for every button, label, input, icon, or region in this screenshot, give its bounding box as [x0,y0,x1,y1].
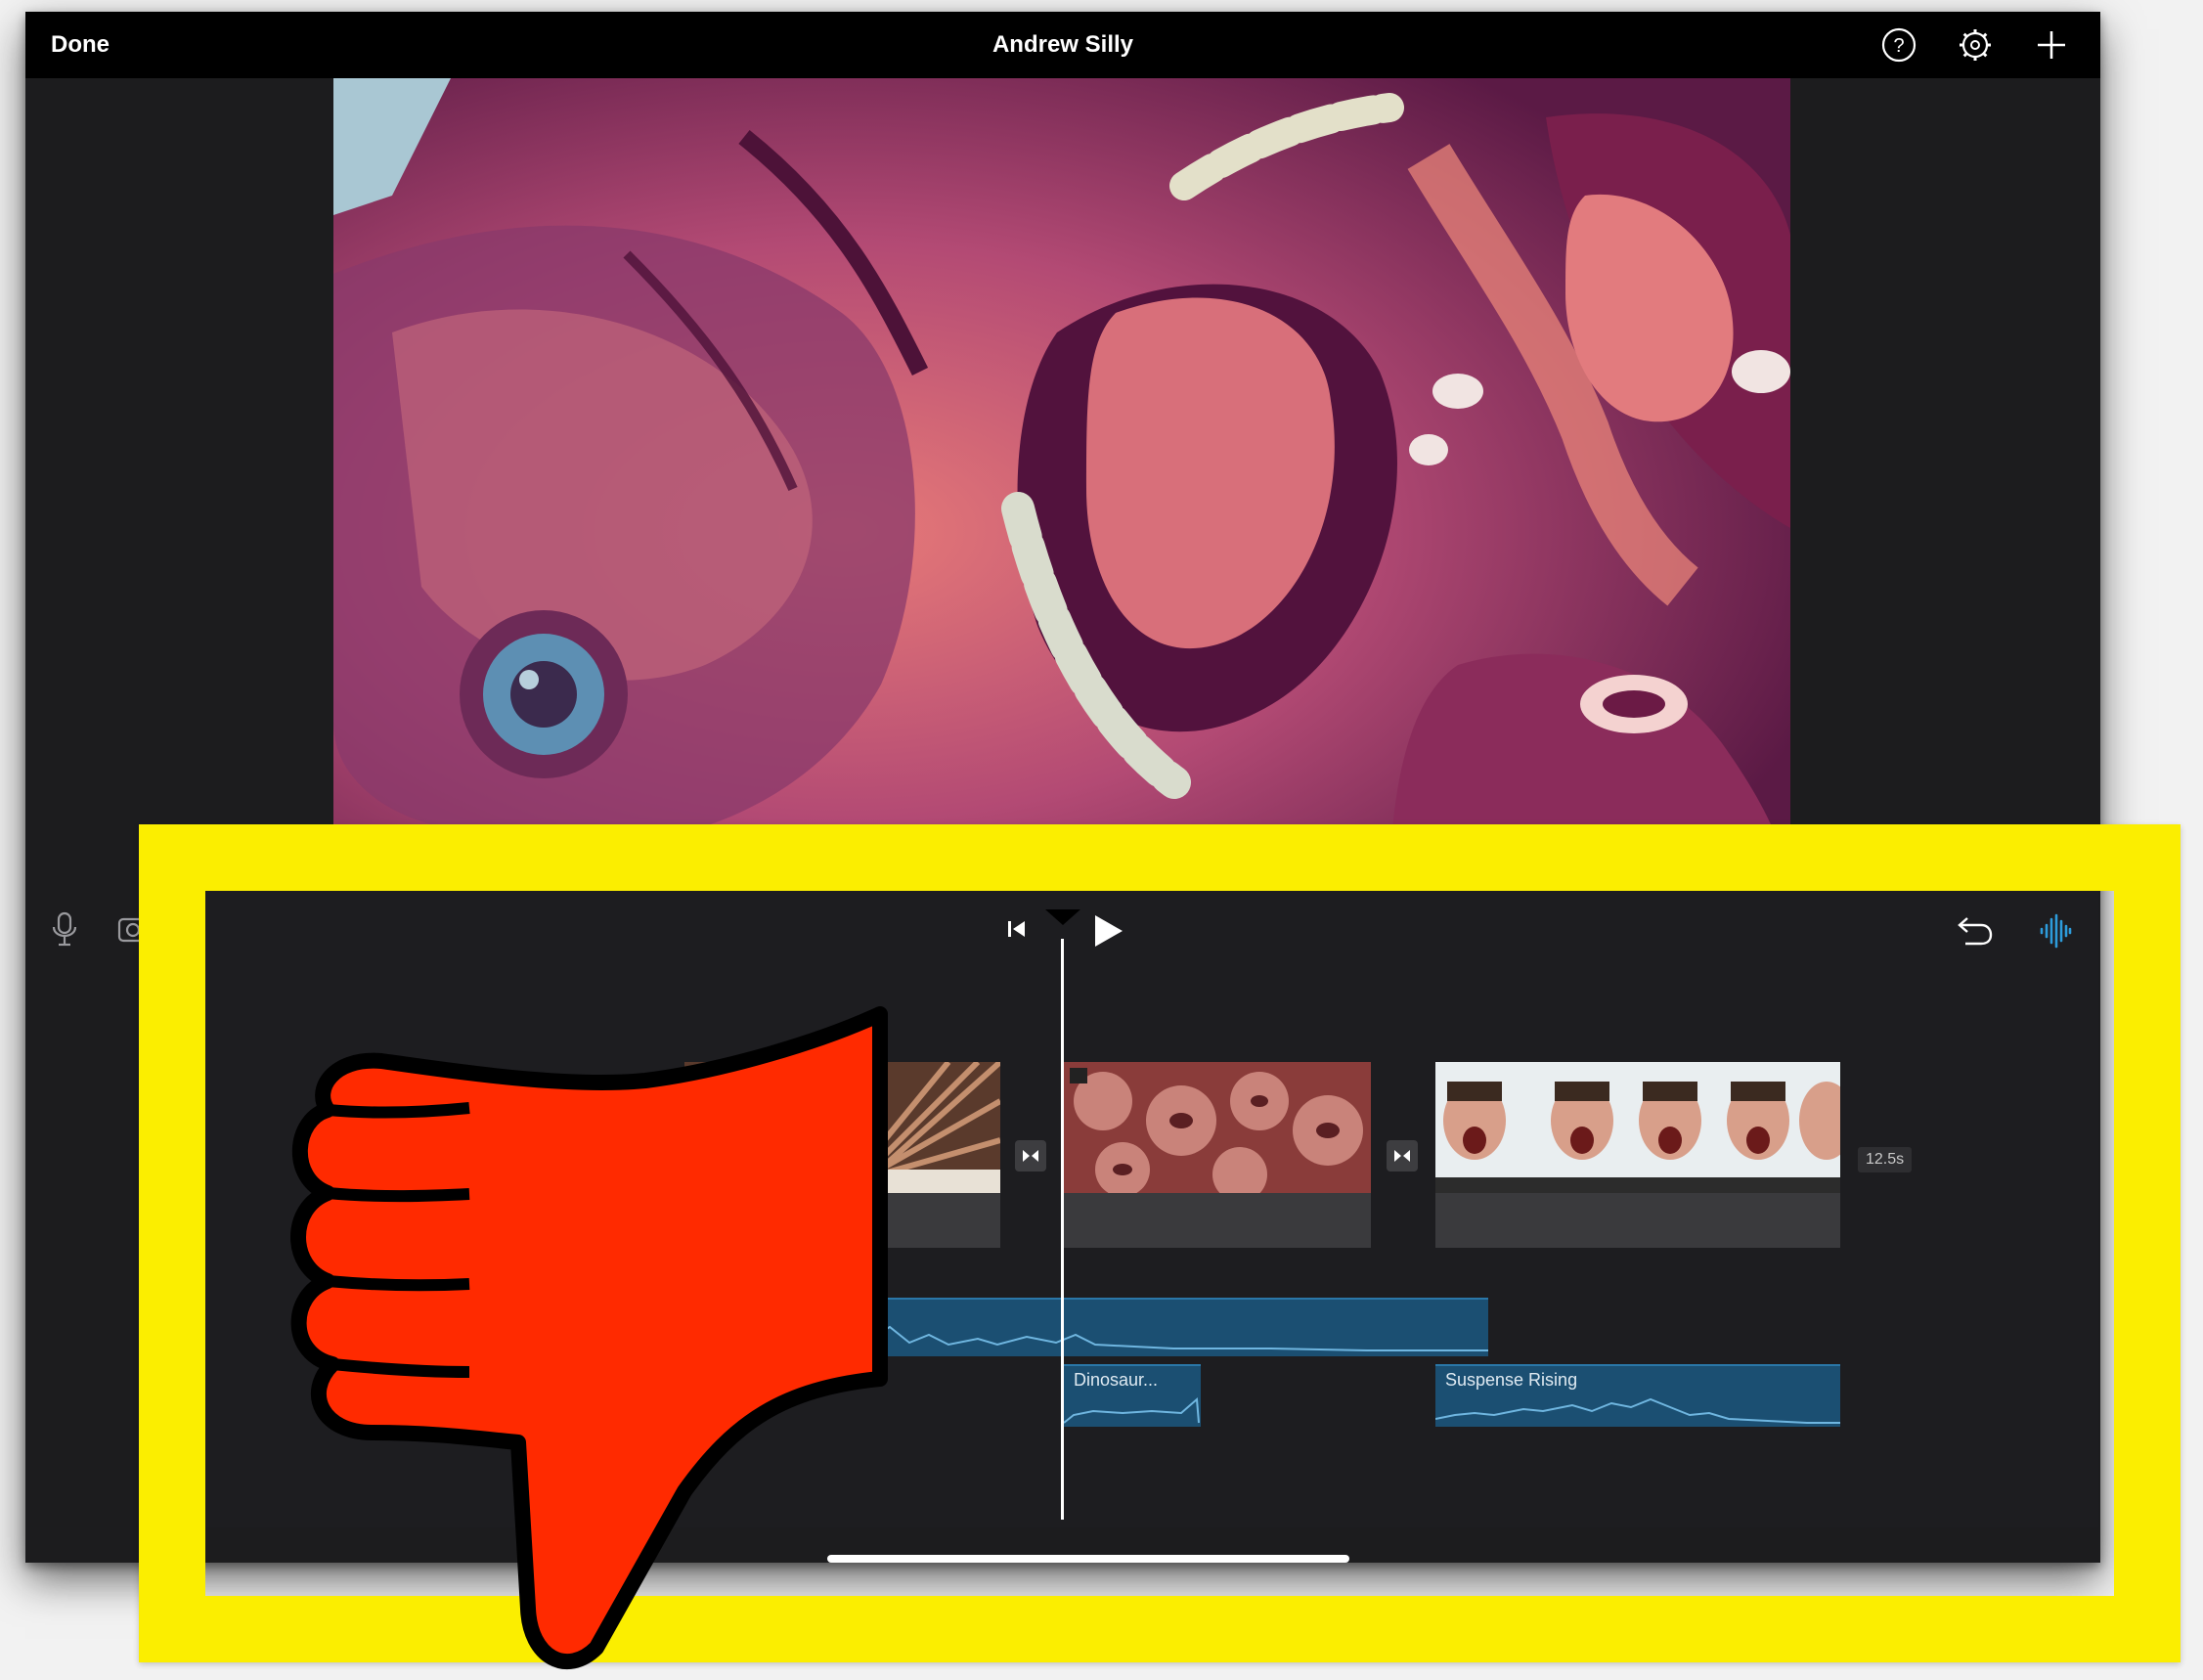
thumbs-down-icon [290,1006,888,1670]
help-icon[interactable]: ? [1879,25,1918,65]
project-title: Andrew Silly [991,31,1134,58]
microphone-icon[interactable] [50,909,79,953]
timeline-left-icons [50,909,150,953]
top-bar: Done Andrew Silly ? [25,12,2100,78]
top-icons: ? [1879,25,2071,65]
add-icon[interactable] [2032,25,2071,65]
video-preview[interactable] [333,78,1790,902]
svg-text:?: ? [1893,35,1904,57]
settings-icon[interactable] [1956,25,1995,65]
